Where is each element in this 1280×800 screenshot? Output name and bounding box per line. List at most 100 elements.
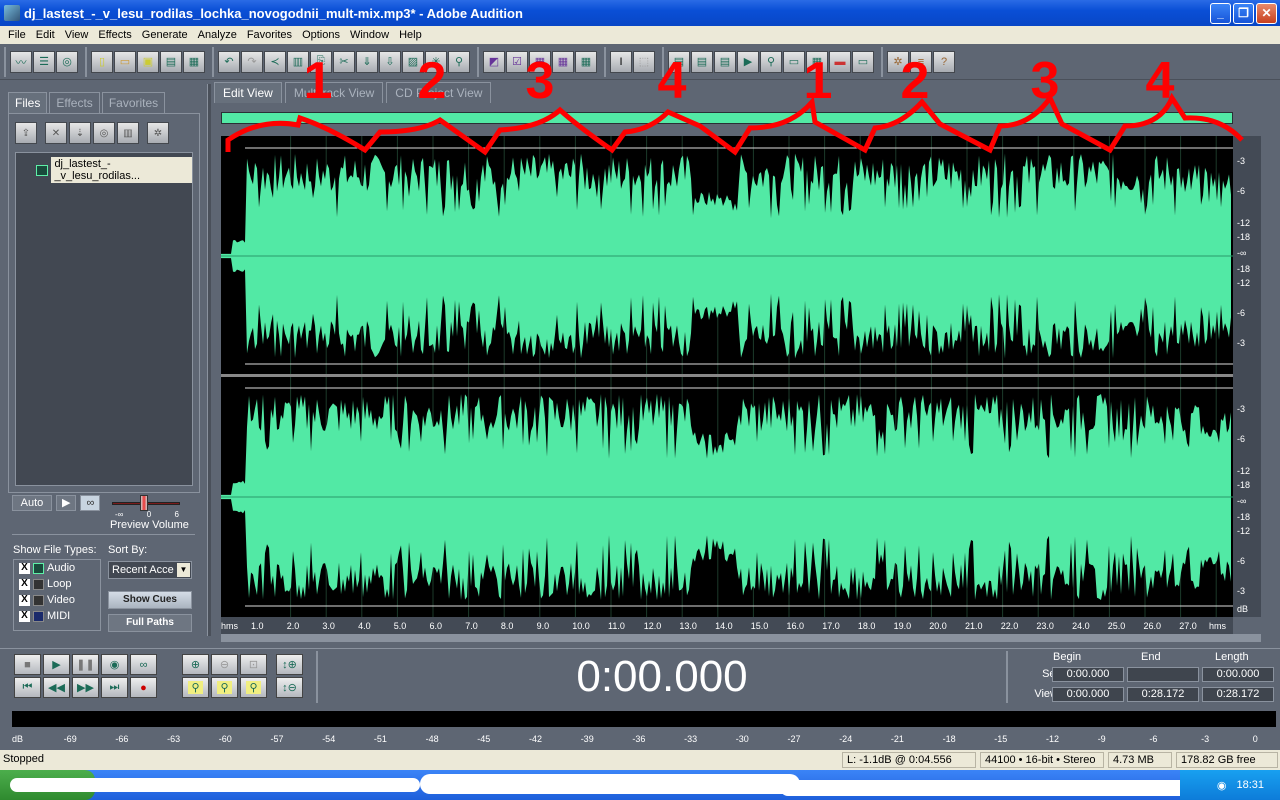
go-to-end-icon[interactable]: ⏭ (101, 677, 128, 698)
copy-icon[interactable]: ⎘ (310, 50, 332, 73)
tab-favorites[interactable]: Favorites (101, 92, 166, 113)
view-begin-field[interactable]: 0:00.000 (1052, 687, 1124, 702)
slider-thumb[interactable] (140, 495, 149, 511)
file-type-video[interactable]: X Video (14, 592, 100, 608)
info-icon[interactable]: ▤ (668, 50, 690, 73)
settings-icon[interactable]: ✲ (147, 122, 169, 144)
show-cues-button[interactable]: Show Cues (108, 591, 192, 609)
repeat-icon[interactable]: ≺ (264, 50, 286, 73)
rewind-icon[interactable]: ◀◀ (43, 677, 70, 698)
insert-cd-icon[interactable]: ◎ (93, 122, 115, 144)
settings-icon[interactable]: ✲ (887, 50, 909, 73)
loop-icon[interactable]: ∞ (130, 654, 157, 675)
frequency-icon[interactable]: ▦ (552, 50, 574, 73)
zoom-in-vertical-icon[interactable]: ↕⊕ (276, 654, 303, 675)
zoom-out-icon[interactable]: ⊖ (211, 654, 238, 675)
zoom-icon[interactable]: ⚲ (760, 50, 782, 73)
mix-paste-icon[interactable]: ▥ (287, 50, 309, 73)
tab-multitrack-view[interactable]: Multitrack View (284, 82, 384, 103)
playlist-icon[interactable]: ▤ (691, 50, 713, 73)
menu-favorites[interactable]: Favorites (242, 29, 297, 41)
video-checkbox[interactable]: X (19, 594, 30, 606)
close-button[interactable]: ✕ (1256, 3, 1277, 24)
trim-icon[interactable]: ▨ (402, 50, 424, 73)
restore-button[interactable]: ❐ (1233, 3, 1254, 24)
insert-cue-icon[interactable]: ✳ (425, 50, 447, 73)
waveform-overview-bar[interactable] (221, 112, 1233, 124)
edit-view-icon[interactable]: 〰 (10, 50, 32, 73)
waveform-display[interactable] (221, 136, 1233, 617)
audio-checkbox[interactable]: X (19, 562, 30, 574)
zoom-selection-icon[interactable]: ⚲ (211, 677, 238, 698)
view-length-field[interactable]: 0:28.172 (1202, 687, 1274, 702)
save-all-icon[interactable]: ▦ (183, 50, 205, 73)
midi-checkbox[interactable]: X (19, 610, 30, 622)
cd-view-icon[interactable]: ◎ (56, 50, 78, 73)
menu-window[interactable]: Window (345, 29, 394, 41)
paste-icon[interactable]: ⇓ (356, 50, 378, 73)
sel-begin-field[interactable]: 0:00.000 (1052, 667, 1124, 682)
zoom-selection-right-icon[interactable]: ⚲ (240, 677, 267, 698)
play-to-end-icon[interactable]: ◉ (101, 654, 128, 675)
panel-splitter[interactable] (207, 84, 211, 636)
pause-icon[interactable]: ❚❚ (72, 654, 99, 675)
show-grid-icon[interactable]: ▦ (529, 50, 551, 73)
help-icon[interactable]: ? (933, 50, 955, 73)
loop-checkbox[interactable]: X (19, 578, 30, 590)
menu-analyze[interactable]: Analyze (193, 29, 242, 41)
menu-options[interactable]: Options (297, 29, 345, 41)
horizontal-scrollbar[interactable] (221, 634, 1261, 642)
minimize-button[interactable]: _ (1210, 3, 1231, 24)
close-file-icon[interactable]: ✕ (45, 122, 67, 144)
chevron-down-icon[interactable]: ▼ (177, 563, 190, 577)
open-file-icon[interactable]: ▭ (114, 50, 136, 73)
full-paths-button[interactable]: Full Paths (108, 614, 192, 632)
time-icon[interactable]: ▭ (783, 50, 805, 73)
file-type-audio[interactable]: X Audio (14, 560, 100, 576)
zoom-in-icon[interactable]: ⊕ (182, 654, 209, 675)
redo-icon[interactable]: ↷ (241, 50, 263, 73)
menu-help[interactable]: Help (394, 29, 427, 41)
zoom-full-icon[interactable]: ⊡ (240, 654, 267, 675)
undo-icon[interactable]: ↶ (218, 50, 240, 73)
level-icon[interactable]: ▬ (829, 50, 851, 73)
file-type-loop[interactable]: X Loop (14, 576, 100, 592)
menu-generate[interactable]: Generate (137, 29, 193, 41)
marquee-tool-icon[interactable]: ⬚ (633, 50, 655, 73)
menu-view[interactable]: View (60, 29, 94, 41)
edit-file-icon[interactable]: ▥ (117, 122, 139, 144)
go-to-start-icon[interactable]: ⏮ (14, 677, 41, 698)
sel-length-field[interactable]: 0:00.000 (1202, 667, 1274, 682)
cut-icon[interactable]: ✂ (333, 50, 355, 73)
file-type-midi[interactable]: X MIDI (14, 608, 100, 624)
tab-cd-project-view[interactable]: CD Project View (386, 82, 492, 103)
play-icon[interactable]: ▶ (737, 50, 759, 73)
sel-end-field[interactable] (1127, 667, 1199, 682)
fast-forward-icon[interactable]: ▶▶ (72, 677, 99, 698)
import-icon[interactable]: ⇪ (15, 122, 37, 144)
tab-edit-view[interactable]: Edit View (214, 82, 282, 103)
save-icon[interactable]: ▣ (137, 50, 159, 73)
view-end-field[interactable]: 0:28.172 (1127, 687, 1199, 702)
sort-by-select[interactable]: Recent Acce ▼ (108, 561, 192, 579)
tab-effects[interactable]: Effects (49, 92, 100, 113)
insert-into-multitrack-icon[interactable]: ⇣ (69, 122, 91, 144)
time-ruler[interactable]: hms 1.0 2.0 3.0 4.0 5.0 6.0 7.0 8.0 9.0 10.0 11.0 12… (221, 617, 1233, 634)
zoom-out-vertical-icon[interactable]: ↕⊖ (276, 677, 303, 698)
menu-file[interactable]: File (3, 29, 31, 41)
paste-new-icon[interactable]: ⇩ (379, 50, 401, 73)
new-file-icon[interactable]: ▯ (91, 50, 113, 73)
preview-volume-slider[interactable] (112, 495, 181, 511)
play-icon[interactable]: ▶ (43, 654, 70, 675)
preview-loop-button[interactable]: ∞ (80, 495, 101, 511)
tab-files[interactable]: Files (8, 92, 48, 113)
record-icon[interactable]: ● (130, 677, 157, 698)
script-icon[interactable]: ≡ (910, 50, 932, 73)
volume-icon[interactable]: ◉ (1217, 779, 1227, 792)
spectral-view-icon[interactable]: ◩ (483, 50, 505, 73)
cue-list-icon[interactable]: ⚲ (448, 50, 470, 73)
time-selection-tool-icon[interactable]: I (610, 50, 632, 73)
grid-icon[interactable]: ▦ (806, 50, 828, 73)
checkbox-icon[interactable]: ☑ (506, 50, 528, 73)
file-list-item[interactable]: dj_lastest_-_v_lesu_rodilas... (36, 157, 192, 183)
